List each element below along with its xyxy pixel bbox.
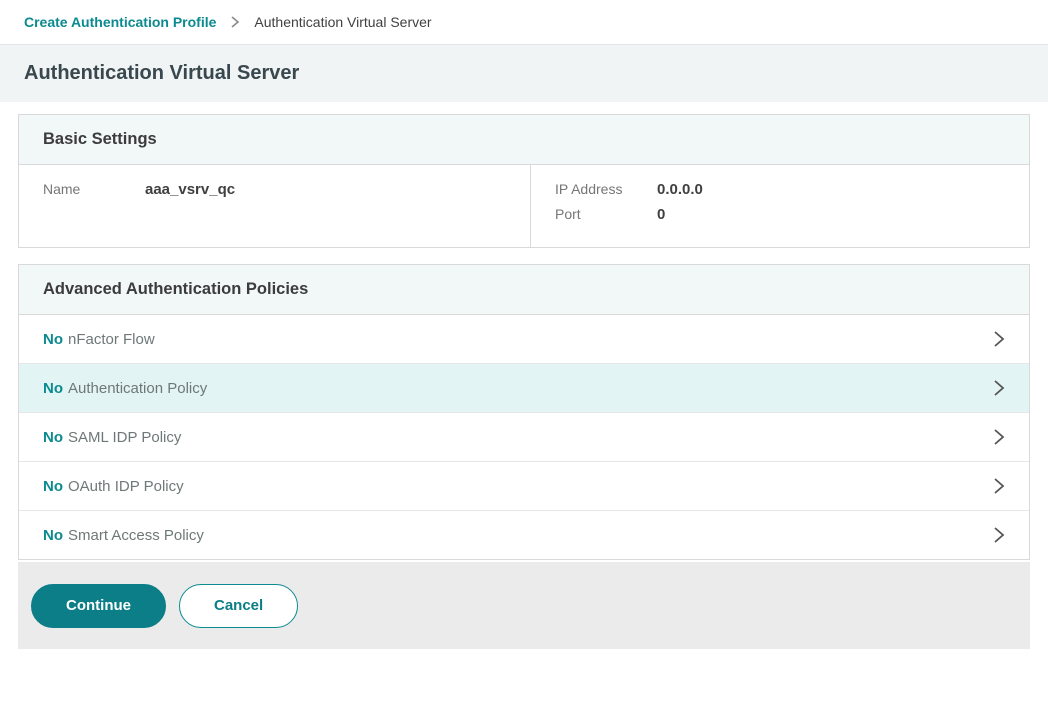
basic-settings-body: Name aaa_vsrv_qc IP Address 0.0.0.0 Port… (19, 165, 1029, 247)
policy-label: Authentication Policy (68, 380, 207, 397)
policy-row-text: No OAuth IDP Policy (43, 478, 184, 495)
basic-settings-title: Basic Settings (43, 130, 1005, 149)
policy-label: Smart Access Policy (68, 527, 204, 544)
basic-settings-left-column: Name aaa_vsrv_qc (19, 165, 531, 247)
basic-settings-right-column: IP Address 0.0.0.0 Port 0 (531, 165, 1029, 247)
policy-row-smart-access-policy[interactable]: No Smart Access Policy (19, 511, 1029, 559)
policy-prefix: No (43, 331, 63, 348)
policy-row-text: No SAML IDP Policy (43, 429, 181, 446)
chevron-right-icon (992, 329, 1005, 349)
policy-row-nfactor-flow[interactable]: No nFactor Flow (19, 315, 1029, 364)
field-ip-address: IP Address 0.0.0.0 (555, 181, 1005, 198)
policy-label: nFactor Flow (68, 331, 155, 348)
basic-settings-header: Basic Settings (19, 115, 1029, 165)
port-value: 0 (657, 206, 665, 223)
policy-row-text: No Authentication Policy (43, 380, 207, 397)
port-label: Port (555, 206, 643, 222)
policy-row-saml-idp-policy[interactable]: No SAML IDP Policy (19, 413, 1029, 462)
page-title-bar: Authentication Virtual Server (0, 45, 1048, 102)
basic-settings-card: Basic Settings Name aaa_vsrv_qc IP Addre… (18, 114, 1030, 248)
footer-action-bar: Continue Cancel (18, 562, 1030, 649)
name-value: aaa_vsrv_qc (145, 181, 235, 198)
policy-row-oauth-idp-policy[interactable]: No OAuth IDP Policy (19, 462, 1029, 511)
ip-address-value: 0.0.0.0 (657, 181, 703, 198)
chevron-right-icon (992, 525, 1005, 545)
field-port: Port 0 (555, 206, 1005, 223)
breadcrumb: Create Authentication Profile Authentica… (0, 0, 1048, 45)
name-label: Name (43, 181, 131, 197)
policy-label: SAML IDP Policy (68, 429, 181, 446)
cancel-button[interactable]: Cancel (179, 584, 298, 628)
page-title: Authentication Virtual Server (24, 62, 299, 85)
policy-prefix: No (43, 429, 63, 446)
policy-prefix: No (43, 527, 63, 544)
breadcrumb-link-create-authentication-profile[interactable]: Create Authentication Profile (24, 14, 216, 30)
chevron-right-icon (992, 427, 1005, 447)
advanced-policies-title: Advanced Authentication Policies (43, 280, 1005, 299)
chevron-right-icon (992, 378, 1005, 398)
policy-row-text: No Smart Access Policy (43, 527, 204, 544)
policy-row-text: No nFactor Flow (43, 331, 155, 348)
field-name: Name aaa_vsrv_qc (43, 181, 506, 198)
breadcrumb-separator-icon (230, 15, 240, 29)
chevron-right-icon (992, 476, 1005, 496)
advanced-policies-card: Advanced Authentication Policies NonFact… (18, 264, 1030, 560)
main-content: Basic Settings Name aaa_vsrv_qc IP Addre… (0, 114, 1048, 560)
policy-prefix: No (43, 380, 63, 397)
advanced-policies-header: Advanced Authentication Policies (19, 265, 1029, 315)
ip-address-label: IP Address (555, 181, 643, 197)
policy-prefix: No (43, 478, 63, 495)
breadcrumb-current: Authentication Virtual Server (254, 14, 431, 30)
policy-row-authentication-policy[interactable]: No Authentication Policy (19, 364, 1029, 413)
continue-button[interactable]: Continue (31, 584, 166, 628)
policy-label: OAuth IDP Policy (68, 478, 184, 495)
